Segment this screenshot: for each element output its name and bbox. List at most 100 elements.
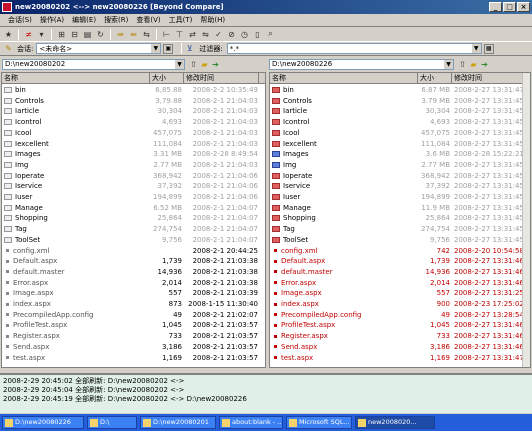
file-row[interactable]: Images 3.6 MB 2008-2-28 15:22:21 [270, 149, 530, 160]
chevron-down-icon[interactable]: ▼ [151, 44, 161, 53]
file-row[interactable]: Icool 457,075 2008-2-27 13:31:45 [270, 127, 530, 139]
modified-column-header[interactable]: 修改时间 [184, 73, 259, 84]
name-column-header[interactable]: 名称 [2, 73, 150, 84]
file-row[interactable]: Iarticle 30,304 2008-2-1 21:04:03 [2, 106, 265, 117]
close-button[interactable]: × [517, 2, 530, 12]
file-row[interactable]: Tag 274,754 2008-2-1 21:04:07 [2, 224, 265, 235]
file-row[interactable]: bin 6,85.88 2008-2-2 10:35:49 [2, 85, 265, 96]
menu-item[interactable]: 操作(A) [36, 14, 68, 26]
file-row[interactable]: Icool 457,075 2008-2-1 21:04:03 [2, 127, 265, 139]
file-row[interactable]: Controls 3.79 MB 2008-2-27 13:31:45 [270, 96, 530, 107]
right-file-pane[interactable]: 名称 大小 修改时间 bin 6.87 MB 2008-2-27 13:31:47 C… [269, 72, 531, 368]
file-row[interactable]: Error.aspx 2,014 2008-2-1 21:03:38 [2, 277, 265, 289]
menu-item[interactable]: 查看(V) [132, 14, 164, 26]
select-icon[interactable]: ▤ [82, 29, 93, 40]
minimize-button[interactable]: _ [489, 2, 502, 12]
file-row[interactable]: index.aspx 873 2008-1-15 11:30:40 [2, 299, 265, 310]
taskbar-button[interactable]: Microsoft SQL... [286, 416, 352, 429]
browse-folder-icon[interactable]: ▰ [468, 59, 479, 70]
file-row[interactable]: default.master 14,936 2008-2-1 21:03:38 [2, 267, 265, 278]
file-row[interactable]: Default.aspx 1,739 2008-2-1 21:03:38 [2, 256, 265, 267]
left-file-pane[interactable]: 名称 大小 修改时间 bin 6,85.88 2008-2-2 10:35:49 Co… [1, 72, 266, 368]
file-row[interactable]: default.master 14,936 2008-2-27 13:31:46 [270, 267, 530, 278]
file-row[interactable]: Manage 11.9 MB 2008-2-27 13:31:45 [270, 203, 530, 214]
copy-left-icon[interactable]: ⇚ [128, 29, 139, 40]
expand-icon[interactable]: ⊞ [56, 29, 67, 40]
file-row[interactable]: Error.aspx 2,014 2008-2-27 13:31:46 [270, 277, 530, 289]
file-row[interactable]: Iarticle 30,304 2008-2-27 13:31:45 [270, 106, 530, 117]
stop-icon[interactable]: ⊘ [226, 29, 237, 40]
left-path-input[interactable]: D:\new20080202 ▼ [2, 59, 185, 70]
dropdown-icon[interactable]: ▾ [36, 29, 47, 40]
file-row[interactable]: Send.aspx 3,186 2008-2-27 13:31:46 [270, 341, 530, 353]
right-path-input[interactable]: D:\new20080226 ▼ [269, 59, 454, 70]
file-row[interactable]: Img 2.77 MB 2008-2-1 21:04:03 [2, 160, 265, 171]
modified-column-header[interactable]: 修改时间 [452, 73, 524, 84]
clock-icon[interactable]: ◷ [239, 29, 250, 40]
hierarchy-icon[interactable]: ⊤ [174, 29, 185, 40]
compare-icon[interactable]: ⇄ [187, 29, 198, 40]
file-row[interactable]: Iservice 37,392 2008-2-1 21:04:06 [2, 181, 265, 192]
up-folder-icon[interactable]: ⇧ [457, 59, 468, 70]
file-row[interactable]: Default.aspx 1,739 2008-2-27 13:31:46 [270, 256, 530, 267]
maximize-button[interactable]: □ [503, 2, 516, 12]
browse-folder-icon[interactable]: ▰ [199, 59, 210, 70]
file-row[interactable]: test.aspx 1,169 2008-2-27 13:31:47 [270, 353, 530, 364]
file-row[interactable]: Register.aspx 733 2008-2-1 21:03:57 [2, 331, 265, 342]
file-row[interactable]: config.xml 742 2008-2-20 10:54:58 [270, 246, 530, 257]
file-row[interactable]: Iuser 194,899 2008-2-1 21:04:06 [2, 192, 265, 203]
chevron-down-icon[interactable]: ▼ [175, 60, 184, 69]
name-column-header[interactable]: 名称 [270, 73, 418, 84]
move-icon[interactable]: ⇆ [141, 29, 152, 40]
menu-item[interactable]: 编辑(E) [68, 14, 100, 26]
document-icon[interactable]: ▯ [252, 29, 263, 40]
file-row[interactable]: Ioperate 368,942 2008-2-1 21:04:06 [2, 170, 265, 182]
file-row[interactable]: Iuser 194,899 2008-2-27 13:31:45 [270, 192, 530, 203]
collapse-icon[interactable]: ⊟ [69, 29, 80, 40]
refresh-icon[interactable]: ↻ [95, 29, 106, 40]
taskbar-button[interactable]: new2008020... [355, 416, 435, 429]
check-icon[interactable]: ✓ [213, 29, 224, 40]
menu-item[interactable]: 搜索(R) [100, 14, 132, 26]
star-icon[interactable]: ★ [3, 29, 14, 40]
save-session-icon[interactable]: ▣ [163, 43, 174, 54]
file-row[interactable]: Image.aspx 557 2008-2-27 13:31:25 [270, 288, 530, 299]
tree-icon[interactable]: ⊢ [161, 29, 172, 40]
file-row[interactable]: Icontrol 4,693 2008-2-27 13:31:45 [270, 117, 530, 128]
filter-options-icon[interactable]: ▦ [483, 43, 494, 54]
chevron-down-icon[interactable]: ▼ [471, 44, 481, 53]
up-folder-icon[interactable]: ⇧ [188, 59, 199, 70]
file-row[interactable]: Manage 6.52 MB 2008-2-1 21:04:07 [2, 203, 265, 214]
chevron-down-icon[interactable]: ▼ [444, 60, 453, 69]
filter-diff-icon[interactable]: ≠ [23, 29, 34, 40]
taskbar-button[interactable]: D:\new20080226 [2, 416, 84, 429]
file-row[interactable]: Register.aspx 733 2008-2-27 13:31:46 [270, 331, 530, 342]
filter-combo[interactable]: *.* ▼ [226, 43, 482, 54]
vertical-scrollbar[interactable] [522, 73, 530, 367]
file-row[interactable]: Shopping 25,864 2008-2-1 21:04:07 [2, 213, 265, 224]
sync-icon[interactable]: ⇋ [200, 29, 211, 40]
file-row[interactable]: Ioperate 368,942 2008-2-27 13:31:45 [270, 170, 530, 182]
file-row[interactable]: PrecompiledApp.config 49 2008-2-27 13:28:5… [270, 310, 530, 321]
size-column-header[interactable]: 大小 [418, 73, 452, 84]
file-row[interactable]: index.aspx 900 2008-2-23 17:25:02 [270, 299, 530, 310]
file-row[interactable]: Iexcellent 111,084 2008-2-27 13:31:45 [270, 139, 530, 150]
menu-item[interactable]: 帮助(H) [196, 14, 229, 26]
file-row[interactable]: Controls 3,79.88 2008-2-1 21:04:03 [2, 96, 265, 107]
file-row[interactable]: Images 3.31 MB 2008-2-28 8:49:54 [2, 149, 265, 160]
file-row[interactable]: ProfileTest.aspx 1,045 2008-2-1 21:03:57 [2, 320, 265, 331]
file-row[interactable]: Iexcellent 111,084 2008-2-1 21:04:03 [2, 139, 265, 150]
search-icon[interactable]: ⌕ [265, 29, 276, 40]
file-row[interactable]: Iservice 37,392 2008-2-27 13:31:45 [270, 181, 530, 192]
file-row[interactable]: PrecompiledApp.config 49 2008-2-1 21:02:07 [2, 310, 265, 321]
size-column-header[interactable]: 大小 [150, 73, 184, 84]
menu-item[interactable]: 工具(T) [165, 14, 197, 26]
file-row[interactable]: ToolSet 9,756 2008-2-27 13:31:45 [270, 234, 530, 246]
file-row[interactable]: config.xml 2008-2-1 20:44:25 [2, 246, 265, 257]
taskbar-button[interactable]: about:blank - ... [219, 416, 283, 429]
file-row[interactable]: ProfileTest.aspx 1,045 2008-2-27 13:31:46 [270, 320, 530, 331]
file-row[interactable]: Img 2.77 MB 2008-2-27 13:31:45 [270, 160, 530, 171]
file-row[interactable]: test.aspx 1,169 2008-2-1 21:03:57 [2, 353, 265, 364]
forward-icon[interactable]: ➔ [479, 59, 490, 70]
taskbar-button[interactable]: D:\ [87, 416, 137, 429]
